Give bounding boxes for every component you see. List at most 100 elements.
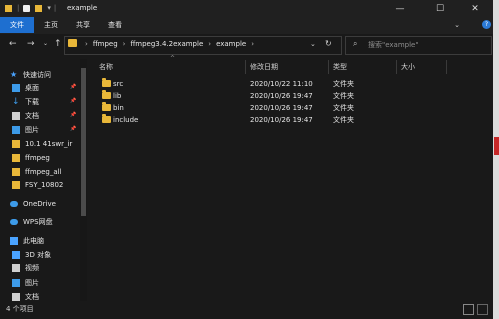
column-divider[interactable] xyxy=(328,60,329,74)
file-type: 文件夹 xyxy=(333,104,354,112)
sidebar-item[interactable]: WPS网盘 xyxy=(0,215,90,228)
folder-icon xyxy=(12,153,20,162)
breadcrumb-item[interactable]: example xyxy=(216,40,246,48)
column-divider[interactable] xyxy=(446,60,447,74)
picture-icon xyxy=(12,125,20,134)
sidebar-item-label: 10.1 41swr_ir xyxy=(25,139,73,148)
file-name: src xyxy=(113,80,124,88)
table-row[interactable]: include 2020/10/26 19:47 文件夹 xyxy=(96,114,396,126)
folder-icon xyxy=(102,90,111,99)
new-folder-icon[interactable] xyxy=(35,4,43,12)
sidebar-item-label: OneDrive xyxy=(23,199,56,208)
sidebar-item[interactable]: 桌面 xyxy=(0,81,92,94)
column-divider[interactable] xyxy=(396,60,397,74)
sidebar-item[interactable]: ★ 快速访问 xyxy=(0,68,90,81)
sidebar-item[interactable]: ffmpeg xyxy=(0,151,92,164)
cloud-icon xyxy=(10,218,18,225)
column-divider[interactable] xyxy=(245,60,246,74)
search-placeholder: 搜索"example" xyxy=(368,41,419,49)
tab-home[interactable]: 主页 xyxy=(36,17,66,33)
column-header-type[interactable]: 类型 xyxy=(333,60,347,74)
sidebar-item-label: 3D 对象 xyxy=(25,250,52,259)
file-modified: 2020/10/26 19:47 xyxy=(250,116,313,124)
file-name: include xyxy=(113,116,139,124)
chevron-right-icon[interactable]: › xyxy=(208,40,211,48)
folder-icon xyxy=(102,102,111,111)
sidebar-item-label: 图片 xyxy=(25,125,39,134)
properties-icon[interactable] xyxy=(23,4,31,12)
details-view-icon[interactable] xyxy=(463,304,474,315)
sidebar-item[interactable]: ↓ 下载 xyxy=(0,95,92,108)
sidebar-item-label: ffmpeg xyxy=(25,153,50,162)
sidebar-item[interactable]: 3D 对象 xyxy=(0,248,92,261)
chevron-right-icon[interactable]: › xyxy=(123,40,126,48)
up-icon[interactable]: ↑ xyxy=(54,39,62,49)
sidebar-item-label: 视频 xyxy=(25,263,39,272)
chevron-right-icon[interactable]: › xyxy=(251,40,254,48)
item-count: 4 个项目 xyxy=(6,305,34,313)
sidebar-item[interactable]: ffmpeg_all xyxy=(0,165,92,178)
help-icon[interactable]: ? xyxy=(482,20,491,29)
cube-icon xyxy=(12,250,20,259)
address-dropdown-icon[interactable]: ⌄ xyxy=(310,40,316,48)
refresh-icon[interactable]: ↻ xyxy=(325,39,332,48)
sidebar-item[interactable]: 图片 xyxy=(0,123,92,136)
sidebar-item[interactable]: FSY_10802 xyxy=(0,178,92,191)
tab-view[interactable]: 查看 xyxy=(100,17,130,33)
toolbar-divider: | xyxy=(53,4,57,12)
close-button[interactable]: ✕ xyxy=(455,0,495,17)
sidebar-item[interactable]: OneDrive xyxy=(0,197,90,210)
tab-file[interactable]: 文件 xyxy=(0,17,34,33)
table-row[interactable]: src 2020/10/22 11:10 文件夹 xyxy=(96,78,396,90)
column-header-modified[interactable]: 修改日期 xyxy=(250,60,278,74)
sidebar-item[interactable]: 文档 xyxy=(0,109,92,122)
table-row[interactable]: lib 2020/10/26 19:47 文件夹 xyxy=(96,90,396,102)
cloud-icon xyxy=(10,200,18,207)
nav-scrollbar-thumb[interactable] xyxy=(81,68,86,216)
sidebar-item[interactable]: 图片 xyxy=(0,276,92,289)
pin-icon: 📌 xyxy=(70,112,77,118)
chevron-right-icon: › xyxy=(85,40,88,48)
ribbon: 文件 主页 共享 查看 ⌄ ? xyxy=(0,17,499,35)
background-window-mark xyxy=(494,137,499,155)
folder-icon xyxy=(102,78,111,87)
customize-dropdown-icon[interactable]: ▾ xyxy=(47,4,51,12)
back-icon[interactable]: ← xyxy=(9,39,17,49)
file-name: lib xyxy=(113,92,122,100)
computer-icon xyxy=(10,236,18,245)
file-type: 文件夹 xyxy=(333,116,354,124)
video-icon xyxy=(12,263,20,272)
ribbon-expand-icon[interactable]: ⌄ xyxy=(450,17,464,33)
sidebar-item[interactable]: 此电脑 xyxy=(0,234,90,247)
file-type: 文件夹 xyxy=(333,80,354,88)
sidebar-item[interactable]: 视频 xyxy=(0,261,92,274)
sidebar-item-label: FSY_10802 xyxy=(25,180,64,189)
sidebar-item-label: 此电脑 xyxy=(23,236,44,245)
large-icons-view-icon[interactable] xyxy=(477,304,488,315)
folder-icon[interactable] xyxy=(5,4,12,12)
sidebar-item-label: WPS网盘 xyxy=(23,217,53,226)
recent-locations-icon[interactable]: ⌄ xyxy=(43,40,48,47)
star-icon: ★ xyxy=(10,69,18,79)
breadcrumb: › ffmpeg › ffmpeg3.4.2example › example … xyxy=(80,40,259,48)
pin-icon: 📌 xyxy=(70,126,77,132)
folder-icon xyxy=(102,114,111,123)
maximize-button[interactable]: ☐ xyxy=(420,0,460,17)
sidebar-item[interactable]: 10.1 41swr_ir xyxy=(0,137,92,150)
sidebar-item-label: 文档 xyxy=(25,111,39,120)
desktop-icon xyxy=(12,83,20,92)
document-icon xyxy=(12,111,20,120)
folder-icon xyxy=(12,139,20,148)
column-header-name[interactable]: 名称 xyxy=(99,60,113,74)
window-title: example xyxy=(67,4,98,12)
forward-icon[interactable]: → xyxy=(27,39,35,49)
sidebar-item-label: 文档 xyxy=(25,292,39,301)
folder-icon xyxy=(12,180,20,189)
table-row[interactable]: bin 2020/10/26 19:47 文件夹 xyxy=(96,102,396,114)
tab-share[interactable]: 共享 xyxy=(68,17,98,33)
minimize-button[interactable]: — xyxy=(380,0,420,17)
breadcrumb-item[interactable]: ffmpeg3.4.2example xyxy=(130,40,203,48)
breadcrumb-item[interactable]: ffmpeg xyxy=(93,40,118,48)
column-header-size[interactable]: 大小 xyxy=(401,60,415,74)
file-modified: 2020/10/26 19:47 xyxy=(250,92,313,100)
